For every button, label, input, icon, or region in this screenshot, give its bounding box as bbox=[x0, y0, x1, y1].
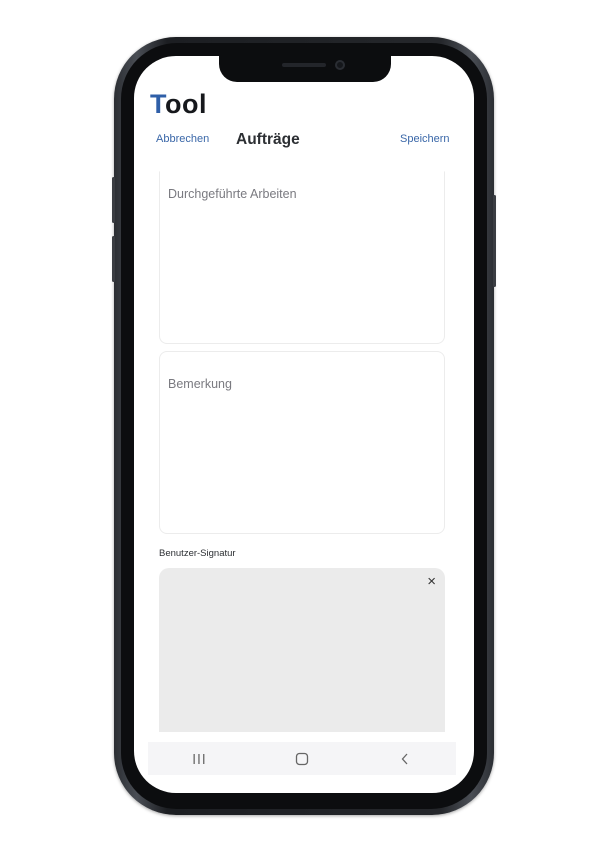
power-button bbox=[493, 195, 496, 287]
recent-apps-icon[interactable] bbox=[179, 749, 219, 769]
remark-placeholder: Bemerkung bbox=[168, 377, 232, 391]
page-title: Aufträge bbox=[236, 131, 300, 148]
notch bbox=[219, 56, 391, 82]
front-camera bbox=[335, 60, 345, 70]
app-logo: Tool bbox=[150, 91, 207, 118]
back-icon[interactable] bbox=[385, 749, 425, 769]
close-icon[interactable]: × bbox=[427, 574, 436, 589]
home-icon[interactable] bbox=[282, 749, 322, 769]
cancel-button[interactable]: Abbrechen bbox=[156, 133, 209, 145]
volume-button bbox=[112, 177, 115, 223]
system-navigation-bar bbox=[148, 742, 456, 775]
logo-text: ool bbox=[165, 89, 207, 119]
volume-button-2 bbox=[112, 236, 115, 282]
signature-pad[interactable]: × bbox=[159, 568, 445, 732]
work-done-placeholder: Durchgeführte Arbeiten bbox=[168, 187, 297, 201]
work-done-textarea[interactable]: Durchgeführte Arbeiten bbox=[159, 171, 445, 344]
speaker-grille bbox=[282, 63, 326, 67]
logo-accent-letter: T bbox=[150, 89, 165, 119]
signature-label: Benutzer-Signatur bbox=[159, 548, 236, 559]
remark-textarea[interactable]: Bemerkung bbox=[159, 351, 445, 534]
save-button[interactable]: Speichern bbox=[400, 133, 450, 145]
